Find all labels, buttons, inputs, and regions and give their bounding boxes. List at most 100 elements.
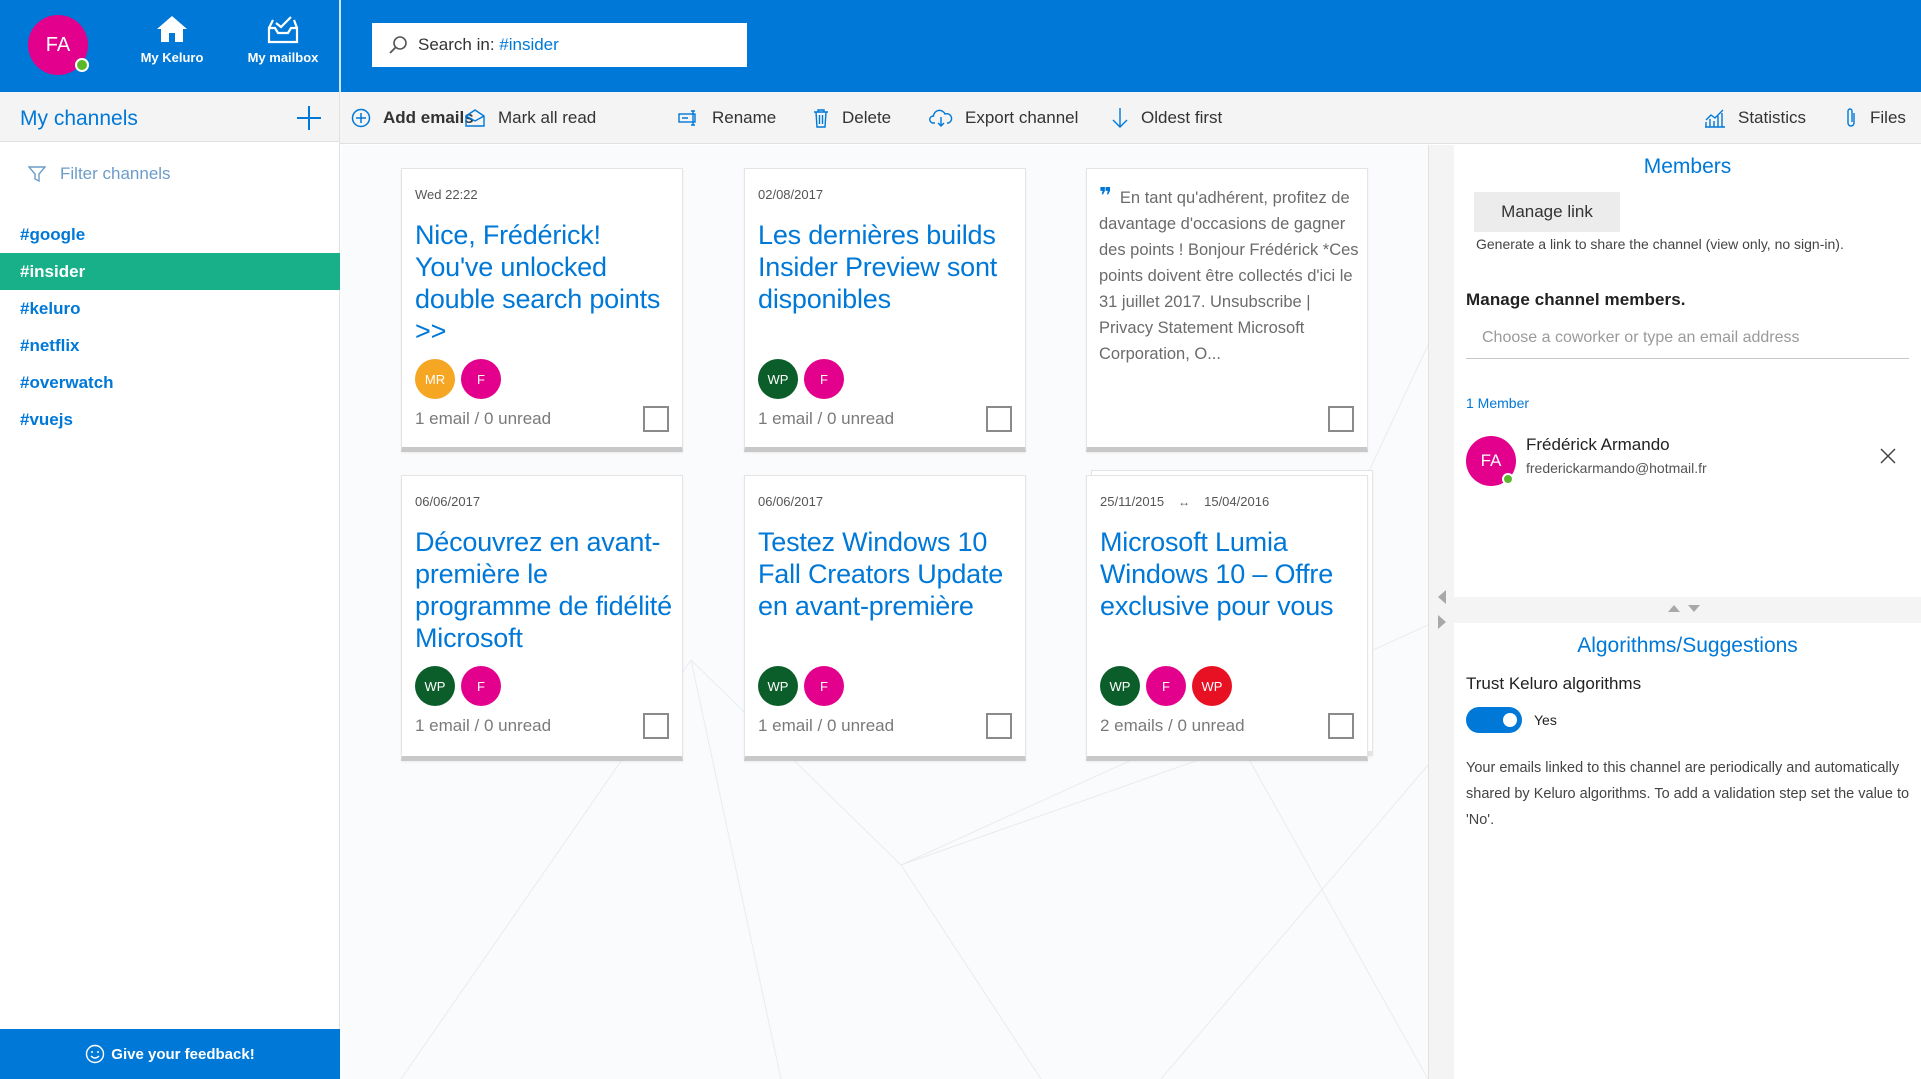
card-avatars: WP F — [415, 666, 507, 706]
paperclip-icon — [1847, 108, 1855, 127]
channel-list: #google #insider #keluro #netflix #overw… — [0, 216, 340, 438]
feedback-button[interactable]: Give your feedback! — [0, 1029, 340, 1079]
mark-all-read-button[interactable]: Mark all read — [464, 106, 596, 130]
mark-all-read-label: Mark all read — [498, 108, 597, 127]
add-emails-button[interactable]: Add emails — [351, 106, 474, 130]
channel-toolbar: Add emails Mark all read Rename Delete E… — [340, 92, 1921, 144]
cloud-download-icon — [929, 109, 953, 127]
nav-my-mailbox[interactable]: My mailbox — [228, 14, 338, 78]
channels-sidebar: My channels Filter channels #google #ins… — [0, 92, 340, 1079]
algorithms-title: Algorithms/Suggestions — [1577, 634, 1798, 657]
card-title[interactable]: Les dernières builds Insider Preview son… — [758, 219, 1020, 315]
avatar: F — [461, 359, 501, 399]
collapse-left-icon[interactable] — [1437, 590, 1447, 604]
card-checkbox[interactable] — [986, 406, 1012, 432]
card-checkbox[interactable] — [1328, 713, 1354, 739]
smiley-icon — [86, 1044, 105, 1064]
card-date: Wed 22:22 — [415, 187, 478, 202]
trust-label: Trust Keluro algorithms — [1466, 674, 1642, 693]
card-checkbox[interactable] — [986, 713, 1012, 739]
statistics-button[interactable]: Statistics — [1704, 106, 1806, 130]
channel-item-netflix[interactable]: #netflix — [0, 327, 340, 364]
card-date: 06/06/2017 — [415, 494, 481, 509]
nav-my-mailbox-label: My mailbox — [247, 50, 319, 65]
channel-item-vuejs[interactable]: #vuejs — [0, 401, 340, 438]
files-button[interactable]: Files — [1844, 106, 1906, 130]
member-count: 1 Member — [1466, 395, 1530, 411]
sort-oldest-first-button[interactable]: Oldest first — [1111, 106, 1222, 130]
card-title[interactable]: Découvrez en avant-première le programme… — [415, 526, 677, 654]
avatar: F — [804, 359, 844, 399]
avatar: F — [461, 666, 501, 706]
add-circle-icon — [351, 108, 371, 128]
member-initials: FA — [1480, 451, 1502, 470]
email-card[interactable]: Wed 22:22 Nice, Frédérick! You've unlock… — [401, 168, 683, 452]
filter-icon — [28, 166, 46, 183]
trash-icon — [814, 109, 828, 128]
export-channel-button[interactable]: Export channel — [929, 106, 1078, 130]
delete-button[interactable]: Delete — [812, 106, 891, 130]
email-card-thread[interactable]: 25/11/2015 ↔ 15/04/2016 Microsoft Lumia Wi… — [1086, 475, 1368, 761]
card-checkbox[interactable] — [643, 713, 669, 739]
email-card-preview[interactable]: ❞ En tant qu'adhérent, profitez de davant… — [1086, 168, 1368, 452]
email-card[interactable]: 02/08/2017 Les dernières builds Insider … — [744, 168, 1026, 452]
channel-item-keluro[interactable]: #keluro — [0, 290, 340, 327]
card-quote: En tant qu'adhérent, profitez de davanta… — [1099, 189, 1359, 363]
email-card[interactable]: 06/06/2017 Testez Windows 10 Fall Creato… — [744, 475, 1026, 761]
card-preview-text: ❞ En tant qu'adhérent, profitez de davant… — [1099, 183, 1361, 367]
card-avatars: WP F — [758, 666, 850, 706]
manage-link-button[interactable]: Manage link — [1474, 192, 1620, 232]
channel-item-google[interactable]: #google — [0, 216, 340, 253]
user-avatar[interactable]: FA — [28, 15, 89, 75]
user-initials: FA — [45, 33, 71, 56]
top-bar: FA My Keluro My mailbox Search in: #insi… — [0, 0, 1921, 92]
nav-my-keluro-label: My Keluro — [140, 50, 204, 65]
home-icon — [157, 16, 187, 42]
card-count: 1 email / 0 unread — [758, 716, 895, 735]
manage-members-heading: Manage channel members. — [1466, 290, 1686, 309]
close-icon[interactable] — [1879, 447, 1897, 465]
avatar: WP — [1100, 666, 1140, 706]
up-down-arrows-icon[interactable] — [1666, 602, 1706, 614]
avatar: WP — [1192, 666, 1232, 706]
trust-toggle[interactable] — [1466, 707, 1522, 733]
avatar: F — [1146, 666, 1186, 706]
oldest-first-label: Oldest first — [1141, 108, 1223, 127]
email-card[interactable]: 06/06/2017 Découvrez en avant-première l… — [401, 475, 683, 761]
channel-item-overwatch[interactable]: #overwatch — [0, 364, 340, 401]
open-envelope-icon — [465, 109, 485, 127]
card-checkbox[interactable] — [1328, 406, 1354, 432]
topbar-divider — [339, 0, 341, 92]
section-resize-bar[interactable] — [1454, 597, 1921, 623]
share-description: Generate a link to share the channel (vi… — [1476, 236, 1844, 252]
card-count: 1 email / 0 unread — [415, 716, 552, 735]
card-title[interactable]: Testez Windows 10 Fall Creators Update e… — [758, 526, 1020, 622]
feedback-label: Give your feedback! — [111, 1045, 255, 1063]
card-title[interactable]: Nice, Frédérick! You've unlocked double … — [415, 219, 677, 347]
add-emails-label: Add emails — [383, 108, 474, 127]
panel-splitter[interactable] — [1428, 145, 1454, 1079]
date-range-arrow-icon: ↔ — [1178, 495, 1191, 509]
avatar: MR — [415, 359, 455, 399]
card-count: 2 emails / 0 unread — [1100, 716, 1245, 735]
member-avatar: FA — [1466, 436, 1516, 486]
channel-item-insider[interactable]: #insider — [0, 253, 340, 290]
card-title[interactable]: Microsoft Lumia Windows 10 – Offre exclu… — [1100, 526, 1362, 622]
expand-right-icon[interactable] — [1437, 615, 1447, 629]
card-date: 06/06/2017 — [758, 494, 824, 509]
quote-icon: ❞ — [1099, 183, 1112, 208]
search-box[interactable]: Search in: #insider — [372, 23, 747, 67]
files-label: Files — [1870, 108, 1906, 127]
nav-my-keluro[interactable]: My Keluro — [117, 14, 227, 78]
card-checkbox[interactable] — [643, 406, 669, 432]
coworker-input[interactable] — [1466, 317, 1909, 359]
rename-button[interactable]: Rename — [678, 106, 776, 130]
member-email: frederickarmando@hotmail.fr — [1526, 460, 1707, 476]
filter-channels[interactable]: Filter channels — [28, 164, 171, 184]
arrow-down-icon — [1112, 108, 1128, 128]
card-date: 02/08/2017 — [758, 187, 824, 202]
add-channel-icon[interactable] — [295, 104, 323, 132]
card-count: 1 email / 0 unread — [758, 409, 895, 428]
delete-label: Delete — [842, 108, 892, 127]
members-title: Members — [1643, 155, 1732, 178]
